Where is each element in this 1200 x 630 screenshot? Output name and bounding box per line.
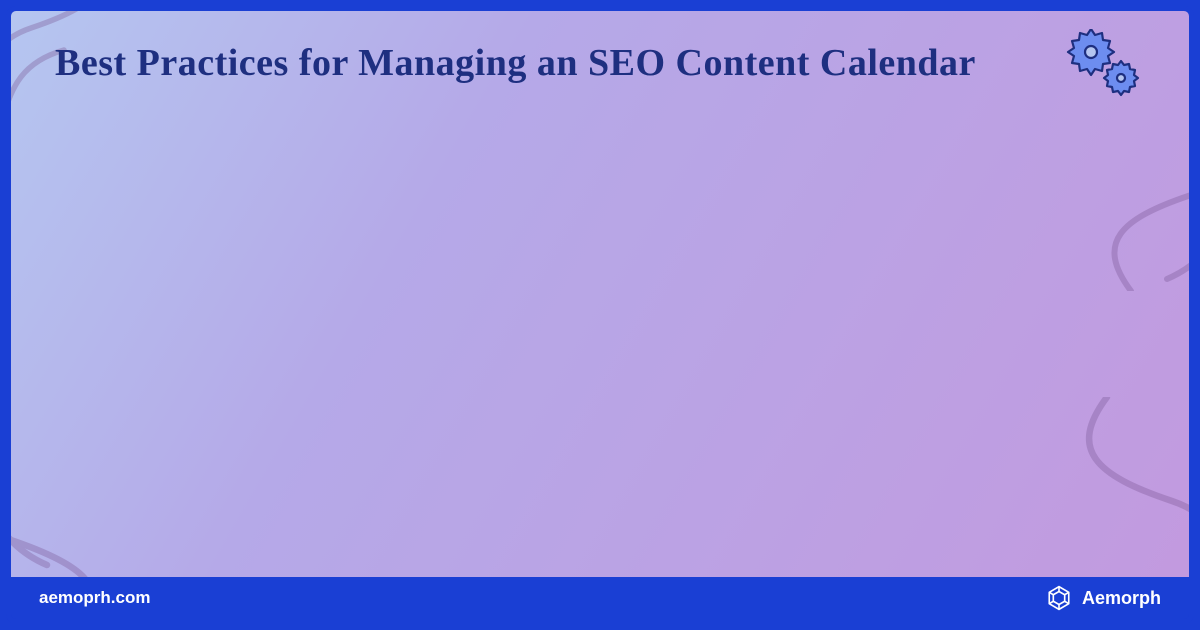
decorative-squiggle — [6, 6, 141, 171]
brand-name: Aemorph — [1082, 588, 1161, 609]
footer-domain: aemoprh.com — [39, 588, 150, 608]
card-canvas: Best Practices for Managing an SEO Conte… — [11, 11, 1189, 577]
footer-brand: Aemorph — [1046, 585, 1161, 611]
page-title: Best Practices for Managing an SEO Conte… — [55, 41, 976, 85]
footer-bar: aemoprh.com Aemorph — [11, 577, 1189, 619]
card-frame: Best Practices for Managing an SEO Conte… — [6, 6, 1194, 624]
gears-icon — [1063, 29, 1143, 99]
brand-logo-icon — [1046, 585, 1072, 611]
